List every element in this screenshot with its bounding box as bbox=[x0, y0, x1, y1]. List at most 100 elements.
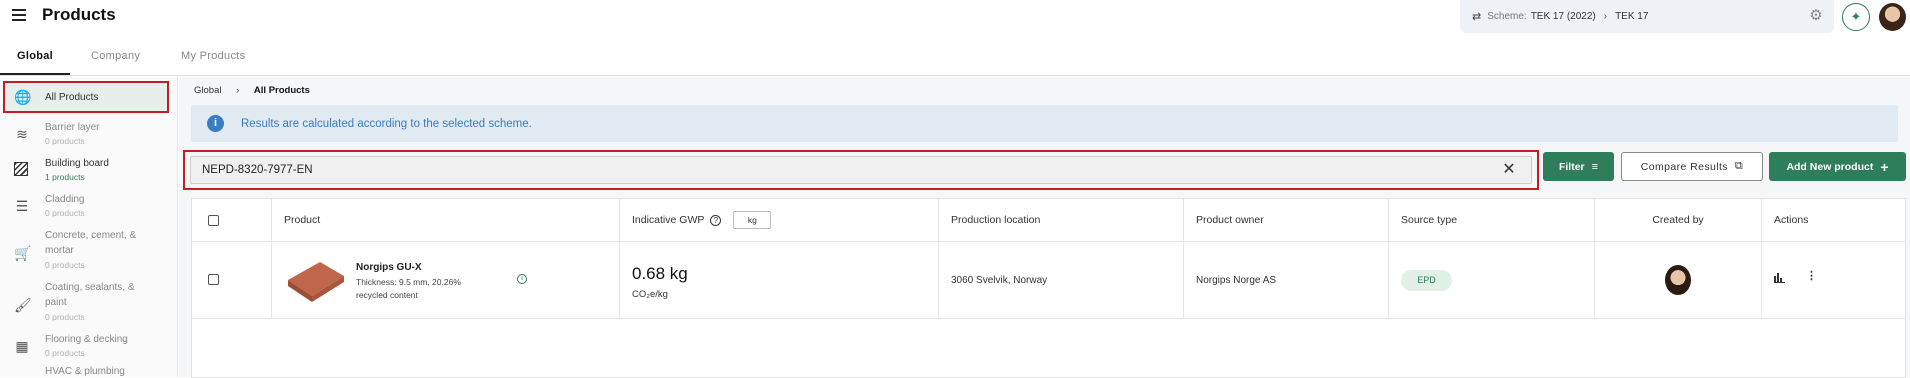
product-desc-line: Thickness: 9.5 mm, 20.26% bbox=[356, 277, 461, 287]
filter-button-label: Filter bbox=[1558, 160, 1585, 173]
sidebar-item-count: 0 products bbox=[45, 136, 85, 146]
page-title: Products bbox=[42, 5, 116, 24]
production-location: 3060 Svelvik, Norway bbox=[951, 275, 1048, 286]
avatar[interactable] bbox=[1665, 265, 1691, 295]
globe-icon: 🌐 bbox=[14, 89, 32, 105]
more-vertical-icon[interactable]: ⋮ bbox=[1806, 269, 1817, 282]
header-actions: Actions bbox=[1774, 214, 1809, 226]
board-icon bbox=[14, 162, 28, 176]
info-banner-text: Results are calculated according to the … bbox=[241, 117, 532, 130]
gwp-unit: CO₂e/kg bbox=[632, 289, 668, 300]
sidebar: 🌐 All Products ≋ Barrier layer 0 product… bbox=[0, 77, 178, 377]
scheme-sub: TEK 17 bbox=[1615, 11, 1649, 22]
sidebar-item-label-cont: paint bbox=[45, 297, 67, 308]
tab-underline bbox=[0, 73, 70, 75]
product-cell[interactable]: Norgips GU-X Thickness: 9.5 mm, 20.26% r… bbox=[272, 241, 620, 319]
header-gwp-label: Indicative GWP bbox=[632, 214, 705, 226]
sidebar-item-label: Cladding bbox=[45, 194, 85, 205]
status-badge: EPD bbox=[1401, 270, 1452, 291]
tab-company[interactable]: Company bbox=[91, 50, 140, 62]
select-all-checkbox[interactable] bbox=[208, 214, 219, 226]
info-icon[interactable]: i bbox=[517, 274, 527, 284]
sidebar-item-building-board[interactable]: Building board 1 products bbox=[0, 153, 177, 189]
search-input[interactable]: NEPD-8320-7977-EN ✕ bbox=[190, 156, 1532, 184]
sidebar-item-label: Barrier layer bbox=[45, 122, 100, 133]
sidebar-item-label: Concrete, cement, & bbox=[45, 230, 137, 241]
header-product[interactable]: Product bbox=[272, 199, 620, 241]
sidebar-item-count: 1 products bbox=[45, 172, 85, 182]
scope-tabs: Global Company My Products bbox=[0, 43, 1910, 76]
search-highlight: NEPD-8320-7977-EN ✕ bbox=[183, 150, 1539, 190]
table-row[interactable] bbox=[192, 241, 272, 319]
row-checkbox[interactable] bbox=[208, 274, 219, 285]
info-icon: i bbox=[207, 115, 224, 132]
compare-results-button[interactable]: Compare Results ⧉ bbox=[1621, 152, 1763, 181]
compare-icon: ⧉ bbox=[1734, 160, 1744, 172]
scheme-icon: ⇄ bbox=[1472, 11, 1482, 23]
sparkle-icon[interactable]: ✦ bbox=[1842, 3, 1870, 31]
tab-my-products[interactable]: My Products bbox=[181, 50, 245, 62]
bar-chart-icon[interactable] bbox=[1774, 272, 1785, 286]
products-table: Product Indicative GWP ? kg Production l… bbox=[191, 198, 1906, 378]
breadcrumb-root[interactable]: Global bbox=[194, 85, 221, 96]
breadcrumb-current: All Products bbox=[253, 85, 310, 96]
gwp-value: 0.68 kg bbox=[632, 264, 688, 283]
search-input-value: NEPD-8320-7977-EN bbox=[202, 164, 313, 176]
scheme-label: Scheme: bbox=[1487, 11, 1527, 22]
sidebar-item-label: HVAC & plumbing bbox=[45, 366, 125, 377]
header-location[interactable]: Production location bbox=[939, 199, 1184, 241]
location-cell: 3060 Svelvik, Norway bbox=[939, 241, 1184, 319]
header-source[interactable]: Source type bbox=[1389, 199, 1595, 241]
sidebar-item-count: 0 products bbox=[45, 312, 85, 322]
sidebar-item-coating[interactable]: 🖌 Coating, sealants, & paint 0 products bbox=[0, 277, 177, 329]
gear-icon[interactable]: ⚙ bbox=[1808, 8, 1824, 24]
breadcrumb: Global › All Products bbox=[194, 85, 310, 96]
sidebar-item-label-cont: mortar bbox=[45, 245, 74, 256]
wheelbarrow-icon: 🛒 bbox=[14, 245, 32, 261]
scheme-selector[interactable]: ⇄ Scheme: TEK 17 (2022) › TEK 17 bbox=[1460, 0, 1834, 33]
sidebar-item-barrier-layer[interactable]: ≋ Barrier layer 0 products bbox=[0, 117, 177, 153]
sidebar-item-label: All Products bbox=[45, 92, 99, 103]
header-created-by: Created by bbox=[1595, 199, 1762, 241]
add-new-product-button[interactable]: Add New product + bbox=[1769, 152, 1906, 181]
product-thumbnail bbox=[288, 262, 344, 302]
created-by-cell bbox=[1595, 241, 1762, 319]
avatar[interactable] bbox=[1879, 3, 1906, 31]
layers-icon: ≋ bbox=[16, 126, 28, 142]
sidebar-item-count: 0 products bbox=[45, 348, 85, 358]
sidebar-item-concrete[interactable]: 🛒 Concrete, cement, & mortar 0 products bbox=[0, 225, 177, 277]
product-name[interactable]: Norgips GU-X bbox=[356, 262, 422, 273]
info-banner: i Results are calculated according to th… bbox=[191, 105, 1898, 142]
tab-global[interactable]: Global bbox=[17, 50, 53, 62]
cladding-icon: ☰ bbox=[15, 198, 29, 214]
sidebar-item-label: Flooring & decking bbox=[45, 334, 128, 345]
filter-button[interactable]: Filter ≡ bbox=[1543, 152, 1614, 181]
sidebar-item-flooring[interactable]: ▦ Flooring & decking 0 products bbox=[0, 329, 177, 365]
product-owner: Norgips Norge AS bbox=[1196, 275, 1277, 286]
scheme-value: TEK 17 (2022) bbox=[1530, 11, 1596, 22]
sidebar-item-all-products[interactable]: 🌐 All Products bbox=[0, 81, 177, 113]
add-button-label: Add New product bbox=[1786, 160, 1874, 173]
gwp-unit-select[interactable]: kg bbox=[733, 211, 772, 229]
close-icon[interactable]: ✕ bbox=[1499, 160, 1519, 180]
source-cell: EPD bbox=[1389, 241, 1595, 319]
sidebar-item-count: 0 products bbox=[45, 208, 85, 218]
sidebar-item-count: 0 products bbox=[45, 260, 85, 270]
header-gwp: Indicative GWP ? kg bbox=[620, 199, 939, 241]
help-icon[interactable]: ? bbox=[710, 214, 722, 226]
sidebar-item-hvac[interactable]: HVAC & plumbing bbox=[0, 366, 177, 377]
plus-icon: + bbox=[1880, 158, 1889, 175]
actions-cell: ⋮ bbox=[1762, 241, 1906, 319]
flooring-icon: ▦ bbox=[15, 338, 29, 354]
filter-icon: ≡ bbox=[1591, 160, 1599, 173]
sidebar-item-label: Building board bbox=[45, 158, 109, 169]
sidebar-item-cladding[interactable]: ☰ Cladding 0 products bbox=[0, 189, 177, 225]
product-description: Thickness: 9.5 mm, 20.26% recycled conte… bbox=[356, 276, 476, 302]
product-desc-line: recycled content bbox=[356, 290, 418, 300]
main-content: Global › All Products i Results are calc… bbox=[179, 77, 1910, 378]
chevron-right-icon: › bbox=[1603, 11, 1608, 22]
paint-roller-icon: 🖌 bbox=[14, 297, 32, 313]
header-owner[interactable]: Product owner bbox=[1184, 199, 1389, 241]
hamburger-menu-icon[interactable] bbox=[12, 9, 26, 21]
chevron-right-icon: › bbox=[236, 85, 240, 96]
